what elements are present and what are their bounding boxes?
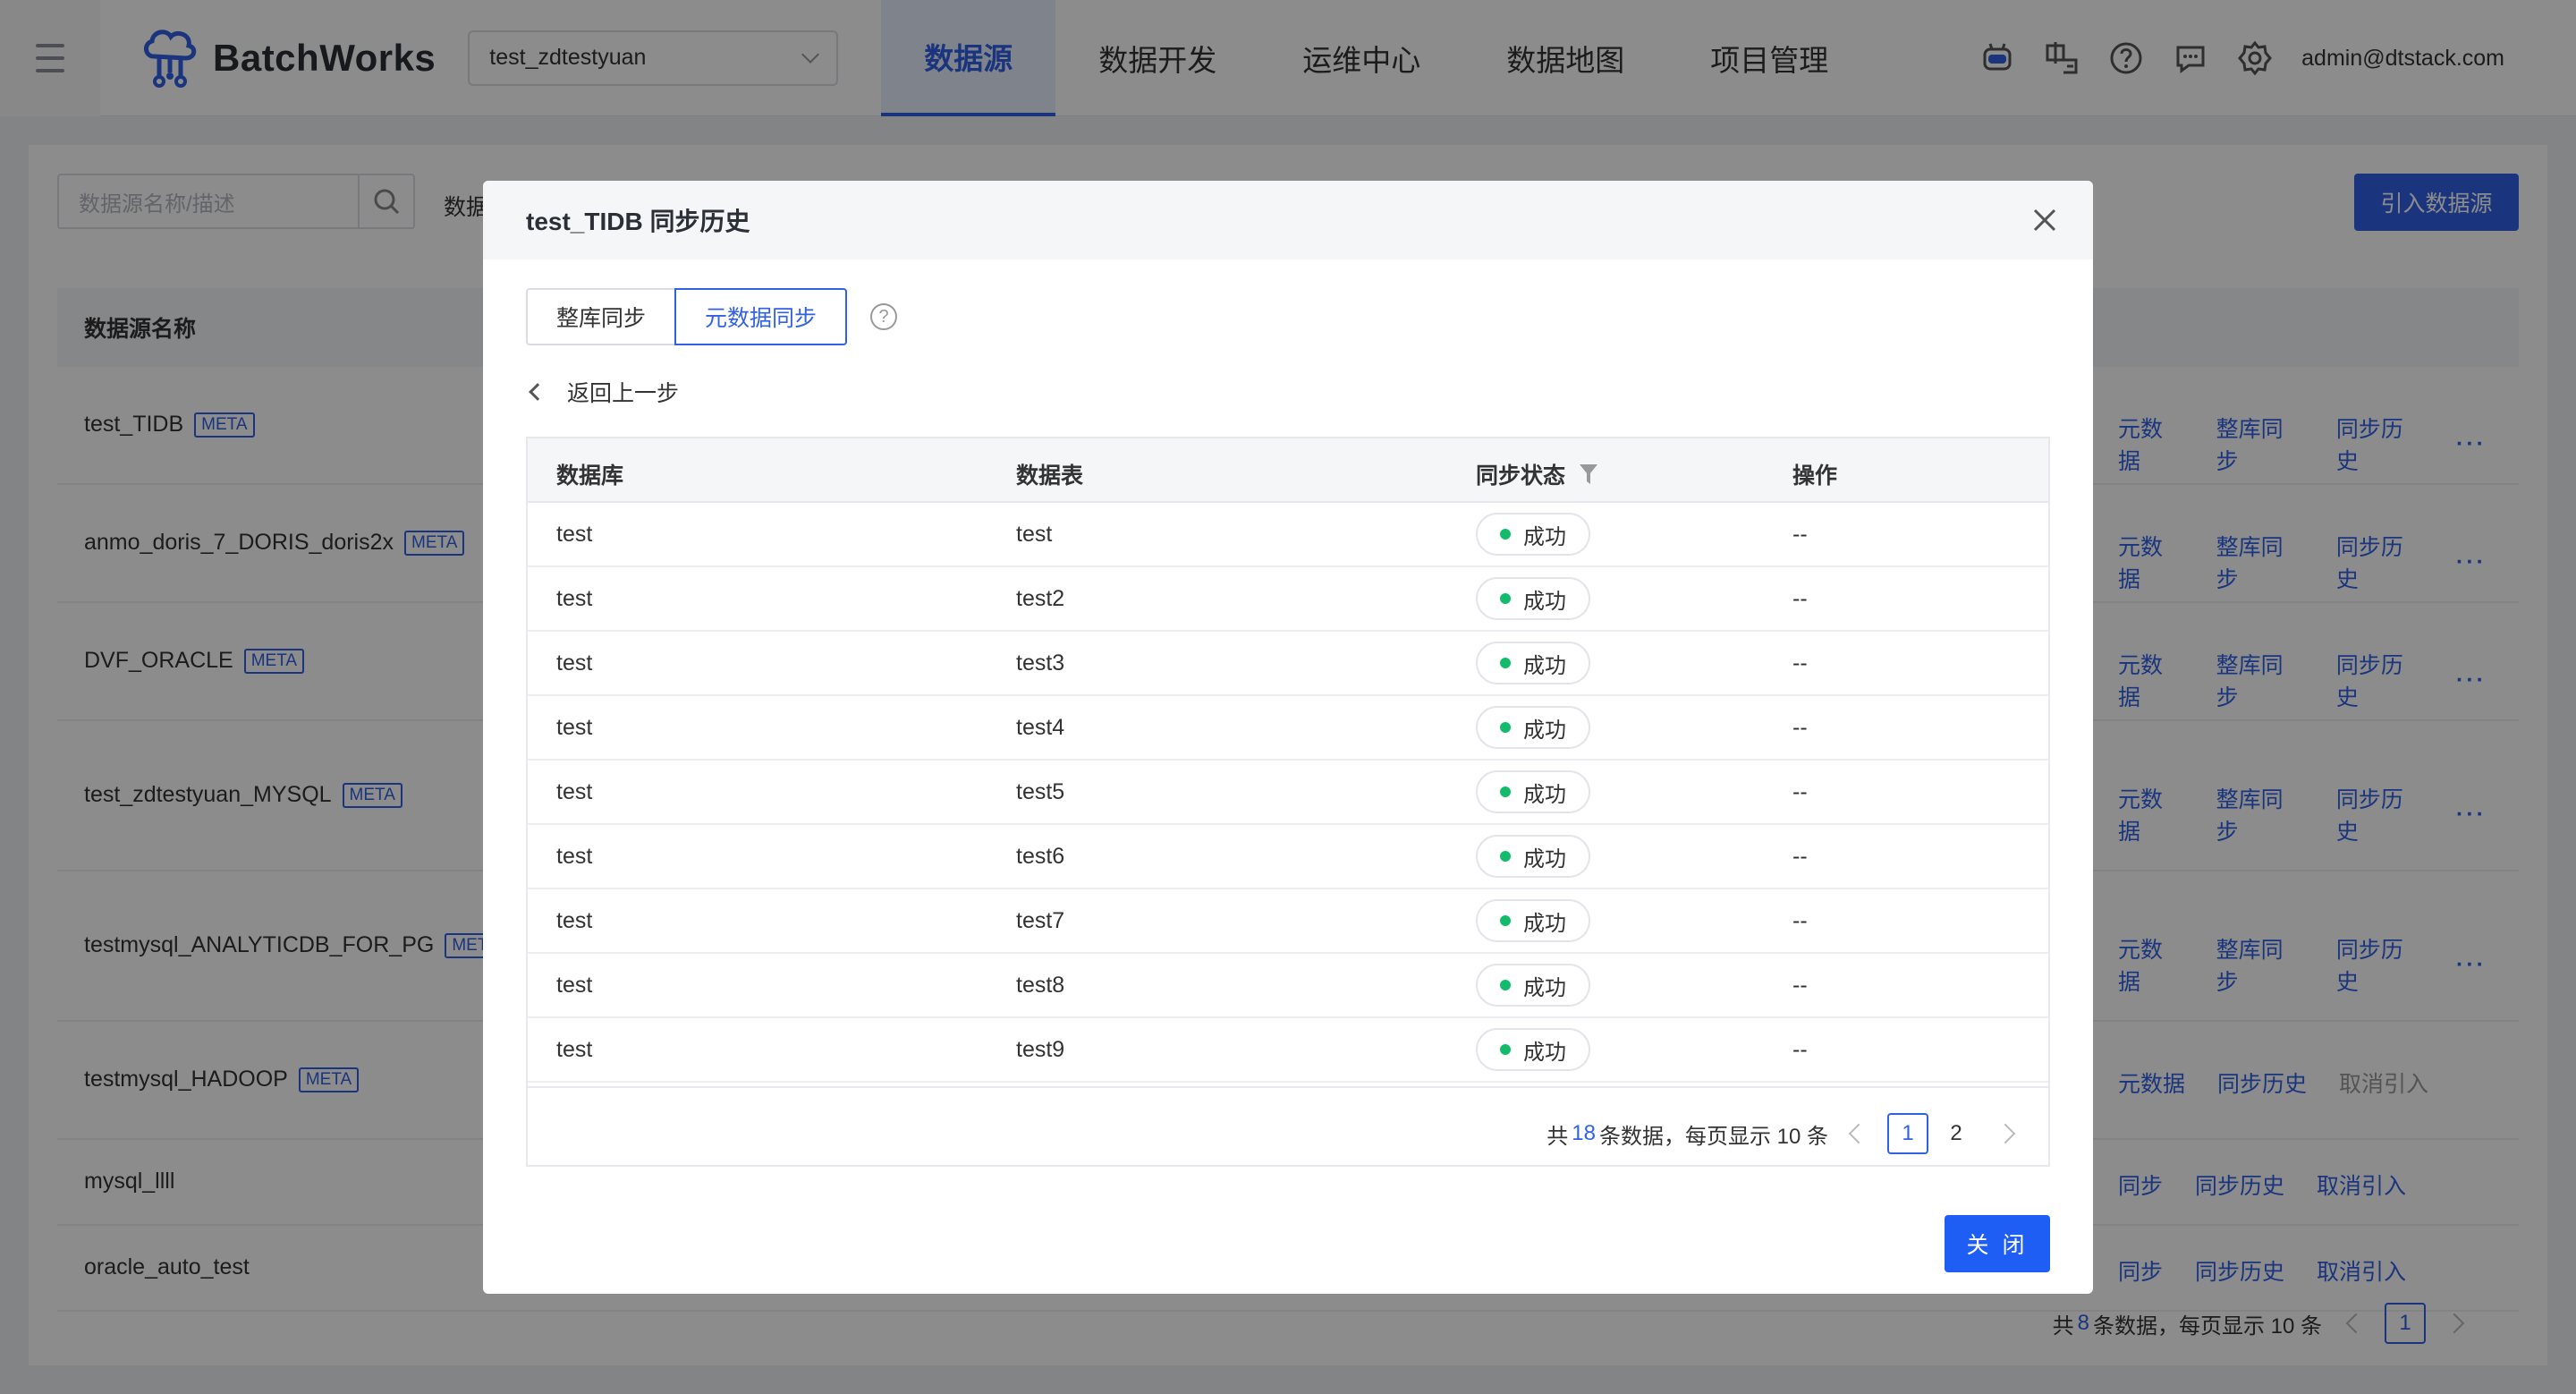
prev-page-icon[interactable] (1848, 1123, 1869, 1144)
cell-database: test (556, 972, 593, 998)
cell-status: 成功 (1476, 964, 1590, 1007)
cell-action: -- (1792, 907, 1808, 933)
page-2-button[interactable]: 2 (1936, 1113, 1977, 1154)
cell-database: test (556, 585, 593, 611)
back-label: 返回上一步 (567, 381, 680, 406)
cell-action: -- (1792, 1036, 1808, 1062)
cell-table: test5 (1016, 778, 1065, 804)
table-header: 数据库 数据表 同步状态 操作 (528, 438, 2048, 503)
success-dot-icon (1500, 915, 1511, 926)
cell-action: -- (1792, 585, 1808, 611)
cell-table: test (1016, 521, 1053, 547)
success-dot-icon (1500, 593, 1511, 604)
cell-table: test3 (1016, 650, 1065, 676)
cell-table: test4 (1016, 714, 1065, 740)
cell-table: test7 (1016, 907, 1065, 933)
cell-status: 成功 (1476, 899, 1590, 942)
cell-action: -- (1792, 521, 1808, 547)
cell-status: 成功 (1476, 770, 1590, 813)
table-row: test test2 成功 -- (528, 567, 2048, 632)
tab-full-sync[interactable]: 整库同步 (526, 288, 677, 345)
table-row: test test6 成功 -- (528, 825, 2048, 889)
cell-status: 成功 (1476, 1028, 1590, 1071)
column-header-table: 数据表 (1016, 463, 1084, 489)
column-header-actions: 操作 (1792, 463, 1838, 489)
status-badge: 成功 (1476, 513, 1590, 556)
modal-header: test_TIDB 同步历史 (483, 181, 2093, 259)
cell-status: 成功 (1476, 642, 1590, 684)
table-row: test test7 成功 -- (528, 889, 2048, 954)
back-link[interactable]: 返回上一步 (526, 376, 679, 408)
success-dot-icon (1500, 851, 1511, 862)
cell-database: test (556, 907, 593, 933)
success-dot-icon (1500, 529, 1511, 540)
cell-action: -- (1792, 972, 1808, 998)
cell-action: -- (1792, 843, 1808, 869)
chevron-left-icon (529, 383, 547, 401)
close-button[interactable]: 关 闭 (1945, 1215, 2050, 1272)
cell-action: -- (1792, 778, 1808, 804)
help-icon[interactable]: ? (870, 303, 898, 330)
column-header-status: 同步状态 (1476, 458, 1599, 490)
tab-metadata-sync[interactable]: 元数据同步 (674, 288, 848, 345)
status-badge: 成功 (1476, 642, 1590, 684)
cell-table: test2 (1016, 585, 1065, 611)
table-row: test test4 成功 -- (528, 696, 2048, 761)
cell-status: 成功 (1476, 706, 1590, 749)
cell-table: test9 (1016, 1036, 1065, 1062)
table-row: test test3 成功 -- (528, 632, 2048, 696)
table-row: test test5 成功 -- (528, 761, 2048, 825)
total-count: 18 (1572, 1121, 1596, 1145)
history-table: 数据库 数据表 同步状态 操作 test test 成功 -- test tes… (526, 437, 2050, 1167)
cell-database: test (556, 778, 593, 804)
sync-type-tabs: 整库同步 元数据同步 ? (526, 288, 898, 345)
table-row: test test8 成功 -- (528, 954, 2048, 1018)
table-row: test test 成功 -- (528, 503, 2048, 567)
cell-database: test (556, 521, 593, 547)
status-badge: 成功 (1476, 770, 1590, 813)
column-header-database: 数据库 (556, 463, 624, 489)
success-dot-icon (1500, 980, 1511, 990)
status-badge: 成功 (1476, 835, 1590, 878)
pagination-divider (528, 1086, 2048, 1088)
cell-table: test6 (1016, 843, 1065, 869)
status-badge: 成功 (1476, 964, 1590, 1007)
success-dot-icon (1500, 658, 1511, 668)
cell-action: -- (1792, 714, 1808, 740)
cell-status: 成功 (1476, 513, 1590, 556)
cell-database: test (556, 843, 593, 869)
table-row: test test9 成功 -- (528, 1018, 2048, 1083)
status-badge: 成功 (1476, 577, 1590, 620)
close-icon[interactable] (2030, 206, 2059, 234)
success-dot-icon (1500, 1044, 1511, 1055)
status-badge: 成功 (1476, 899, 1590, 942)
cell-table: test8 (1016, 972, 1065, 998)
page-1-button[interactable]: 1 (1887, 1113, 1928, 1154)
cell-database: test (556, 714, 593, 740)
cell-action: -- (1792, 650, 1808, 676)
filter-icon[interactable] (1578, 463, 1599, 486)
success-dot-icon (1500, 786, 1511, 797)
success-dot-icon (1500, 722, 1511, 733)
modal-title: test_TIDB 同步历史 (526, 208, 750, 235)
cell-database: test (556, 650, 593, 676)
status-badge: 成功 (1476, 706, 1590, 749)
cell-database: test (556, 1036, 593, 1062)
sync-history-modal: test_TIDB 同步历史 整库同步 元数据同步 ? 返回上一步 数据库 数据… (483, 181, 2093, 1294)
modal-pagination: 共 18 条数据，每页显示 10 条 1 2 (1546, 1113, 2016, 1154)
status-badge: 成功 (1476, 1028, 1590, 1071)
cell-status: 成功 (1476, 835, 1590, 878)
next-page-icon[interactable] (1995, 1123, 2016, 1144)
cell-status: 成功 (1476, 577, 1590, 620)
